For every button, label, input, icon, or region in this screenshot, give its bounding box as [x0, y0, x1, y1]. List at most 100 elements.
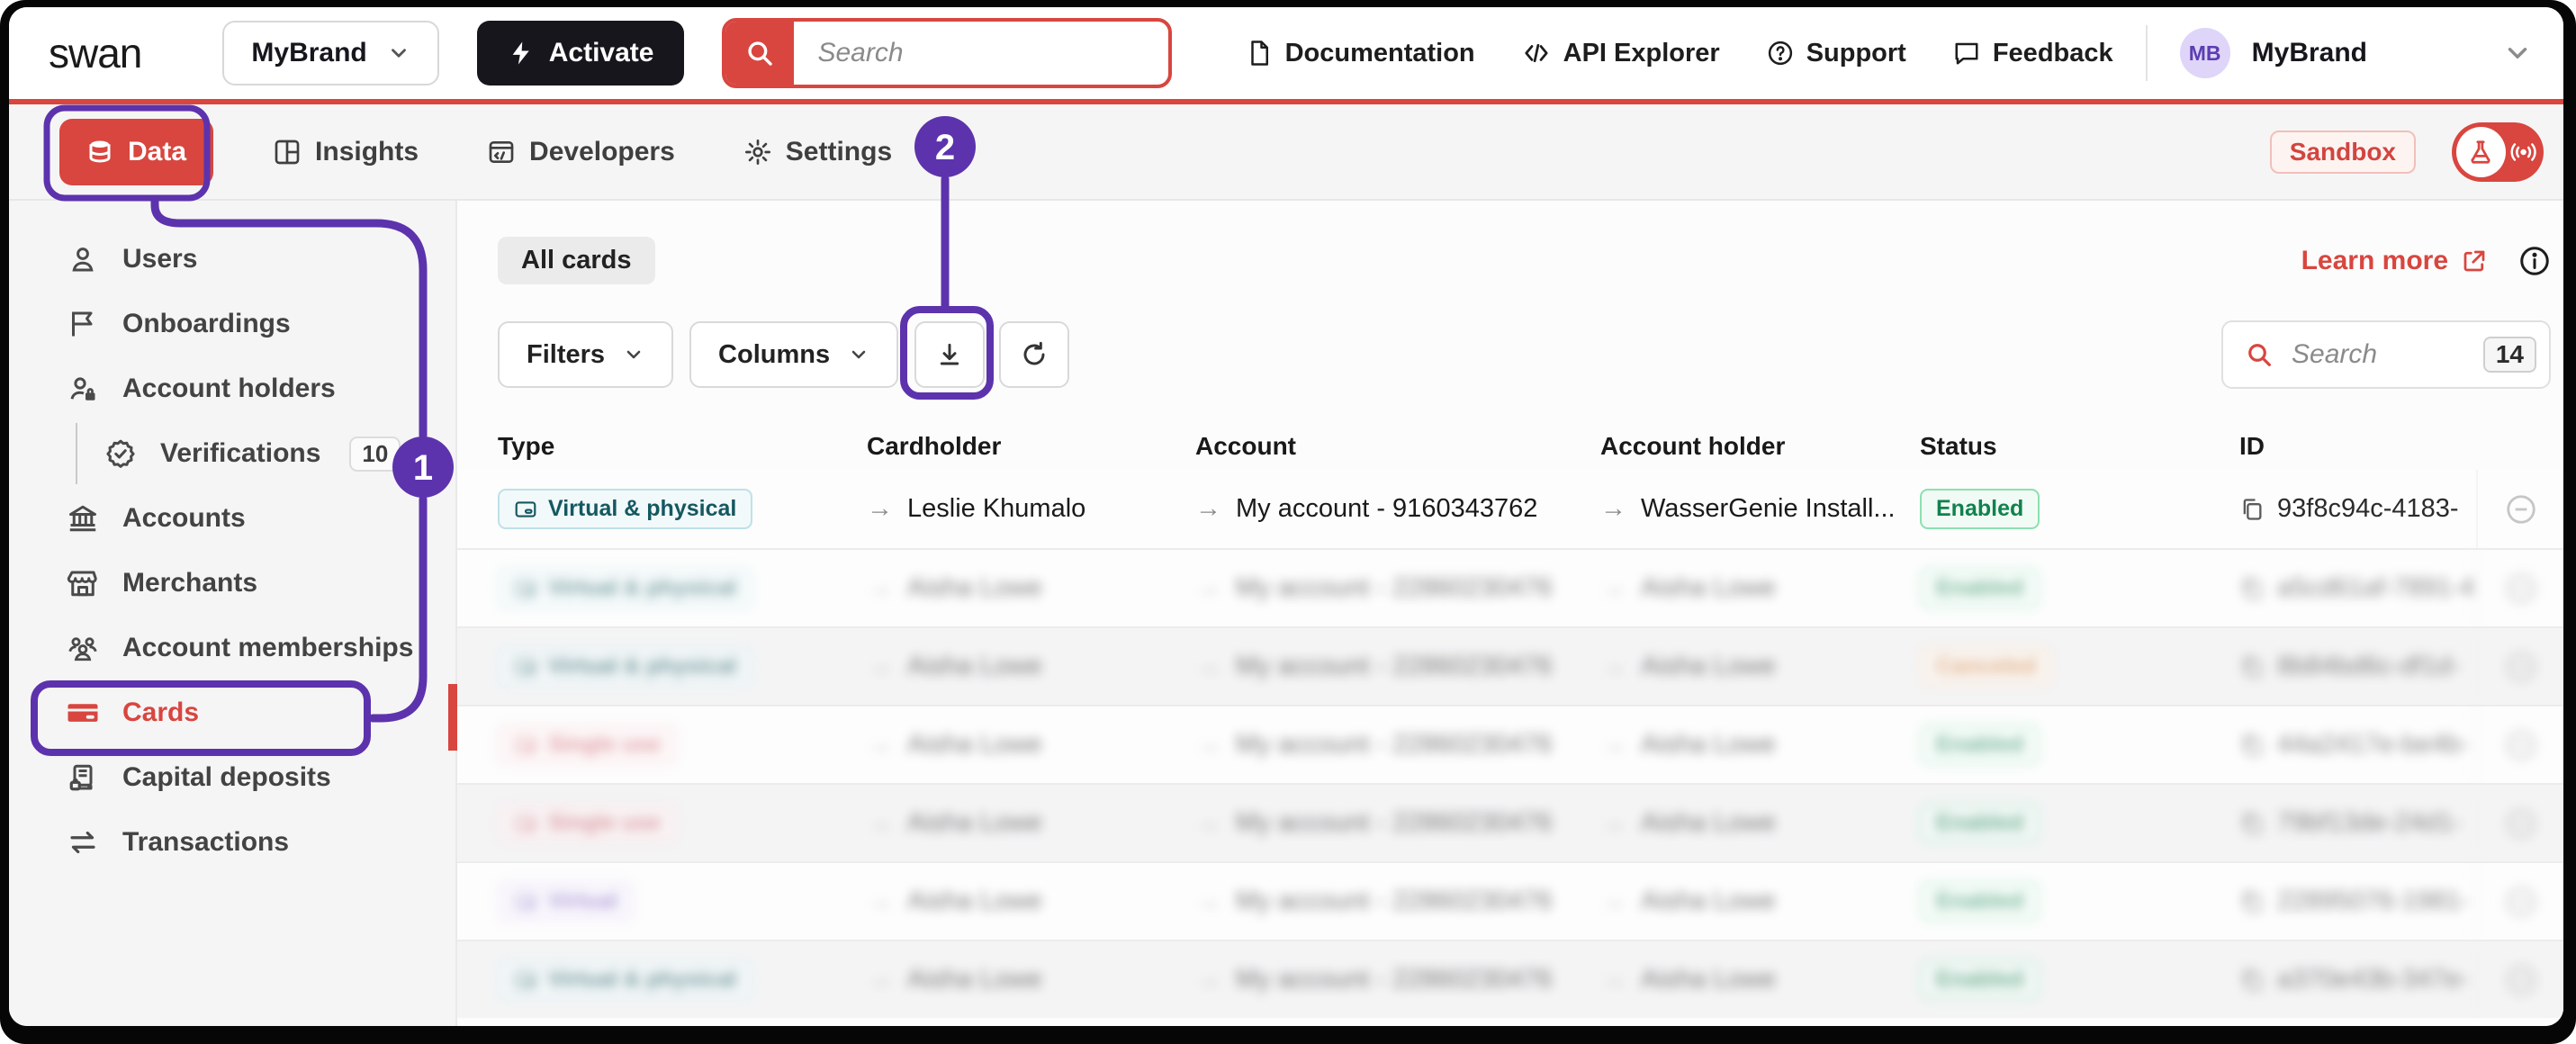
account-holder-link[interactable]: →Aisha Lowe	[1600, 808, 1776, 838]
info-icon[interactable]	[2518, 245, 2551, 277]
filters-button[interactable]: Filters	[498, 321, 673, 388]
project-selector[interactable]: MyBrand	[222, 21, 438, 86]
storefront-icon	[67, 567, 99, 599]
feedback-link[interactable]: Feedback	[1953, 39, 2113, 68]
sidebar-item-verifications[interactable]: Verifications 10	[9, 421, 455, 486]
table-row[interactable]: Virtual & physical →Aisha Lowe →My accou…	[457, 626, 2563, 705]
global-search[interactable]	[722, 18, 1172, 88]
row-action-remove[interactable]	[2476, 550, 2563, 626]
cardholder-link[interactable]: →Aisha Lowe	[867, 886, 1042, 916]
table-row[interactable]: Single use →Aisha Lowe →My account - 228…	[457, 783, 2563, 861]
copy-icon[interactable]	[2239, 497, 2265, 522]
sidebar-item-accounts[interactable]: Accounts	[9, 486, 455, 551]
row-action-remove[interactable]	[2476, 706, 2563, 783]
table-search-input[interactable]	[2274, 339, 2483, 370]
table-row[interactable]: Single use →Aisha Lowe →My account - 228…	[457, 705, 2563, 783]
card-type-badge: Virtual & physical	[498, 646, 752, 687]
status-badge: Enabled	[1920, 489, 2040, 529]
tab-data[interactable]: Data	[59, 119, 213, 185]
copy-icon[interactable]	[2239, 654, 2265, 680]
tab-developers[interactable]: Developers	[487, 137, 675, 167]
sidebar-item-cards[interactable]: Cards	[9, 680, 455, 745]
feedback-icon	[1953, 40, 1980, 67]
account-holder-link[interactable]: →Aisha Lowe	[1600, 730, 1776, 760]
account-link[interactable]: →My account - 22860230476	[1195, 730, 1552, 760]
main-nav: Data Insights Developers Settings Sandbo…	[9, 104, 2563, 201]
row-action-remove[interactable]	[2476, 785, 2563, 861]
global-search-input[interactable]	[794, 22, 1172, 85]
export-download-button[interactable]	[914, 321, 985, 388]
copy-icon[interactable]	[2239, 811, 2265, 836]
copy-icon[interactable]	[2239, 733, 2265, 758]
col-header-cardholder: Cardholder	[867, 432, 1195, 461]
minus-circle-icon	[2504, 572, 2538, 606]
status-badge: Enabled	[1920, 959, 2040, 1000]
tab-settings[interactable]: Settings	[743, 137, 892, 167]
sidebar-item-account-memberships[interactable]: Account memberships	[9, 616, 455, 680]
environment-toggle[interactable]	[2452, 122, 2544, 182]
dev-window-icon	[487, 138, 516, 166]
cardholder-link[interactable]: →Aisha Lowe	[867, 965, 1042, 994]
col-header-type: Type	[498, 432, 867, 461]
copy-icon[interactable]	[2239, 576, 2265, 601]
status-badge: Enabled	[1920, 803, 2040, 843]
columns-button[interactable]: Columns	[689, 321, 898, 388]
tab-all-cards[interactable]: All cards	[498, 237, 655, 284]
sidebar-item-users[interactable]: Users	[9, 227, 455, 292]
row-action-remove[interactable]	[2476, 470, 2563, 548]
cardholder-link[interactable]: →Aisha Lowe	[867, 808, 1042, 838]
table-row[interactable]: Virtual & physical →Aisha Lowe →My accou…	[457, 548, 2563, 626]
row-action-remove[interactable]	[2476, 941, 2563, 1018]
account-holder-link[interactable]: →Aisha Lowe	[1600, 573, 1776, 603]
cardholder-link[interactable]: →Leslie Khumalo	[867, 494, 1085, 524]
documentation-link[interactable]: Documentation	[1246, 39, 1475, 68]
sidebar-item-account-holders[interactable]: Account holders	[9, 356, 455, 421]
card-type-badge: Single use	[498, 803, 677, 843]
account-link[interactable]: →My account - 22860230476	[1195, 808, 1552, 838]
activate-button[interactable]: Activate	[477, 21, 685, 86]
support-link[interactable]: Support	[1767, 39, 1906, 68]
table-row[interactable]: Virtual →Aisha Lowe →My account - 228602…	[457, 861, 2563, 940]
cardholder-link[interactable]: →Aisha Lowe	[867, 573, 1042, 603]
top-links: Documentation API Explorer Support Feedb…	[1246, 39, 2113, 68]
copy-icon[interactable]	[2239, 968, 2265, 993]
account-holder-link[interactable]: →Aisha Lowe	[1600, 652, 1776, 681]
account-holder-link[interactable]: →Aisha Lowe	[1600, 886, 1776, 916]
row-action-remove[interactable]	[2476, 863, 2563, 940]
cardholder-link[interactable]: →Aisha Lowe	[867, 652, 1042, 681]
tab-settings-label: Settings	[786, 137, 892, 167]
account-holder-link[interactable]: →WasserGenie Install...	[1600, 494, 1896, 524]
cardholder-link[interactable]: →Aisha Lowe	[867, 730, 1042, 760]
refresh-button[interactable]	[999, 321, 1069, 388]
capital-deposit-icon	[67, 761, 99, 794]
api-explorer-link[interactable]: API Explorer	[1522, 39, 1720, 68]
sidebar-item-merchants[interactable]: Merchants	[9, 551, 455, 616]
sidebar-item-label: Accounts	[122, 503, 246, 534]
sidebar-item-transactions[interactable]: Transactions	[9, 810, 455, 875]
account-link[interactable]: →My account - 22860230476	[1195, 573, 1552, 603]
card-type-icon	[514, 498, 537, 521]
refresh-icon	[1020, 340, 1049, 369]
account-link[interactable]: →My account - 22860230476	[1195, 652, 1552, 681]
row-action-remove[interactable]	[2476, 628, 2563, 705]
account-menu[interactable]: MB MyBrand	[2180, 28, 2367, 78]
sidebar-item-onboardings[interactable]: Onboardings	[9, 292, 455, 356]
copy-icon[interactable]	[2239, 889, 2265, 914]
table-row[interactable]: Virtual & physical →Leslie Khumalo →My a…	[457, 470, 2563, 548]
search-icon	[2245, 340, 2274, 369]
sidebar-item-label: Merchants	[122, 568, 257, 598]
table-row[interactable]: Virtual & physical →Aisha Lowe →My accou…	[457, 940, 2563, 1018]
learn-more-link[interactable]: Learn more	[2301, 246, 2488, 276]
account-chevron-down-icon[interactable]	[2502, 38, 2533, 68]
sidebar-item-label: Cards	[122, 698, 199, 728]
tab-insights[interactable]: Insights	[273, 137, 419, 167]
sidebar-item-capital-deposits[interactable]: Capital deposits	[9, 745, 455, 810]
table-header-row: Type Cardholder Account Account holder S…	[457, 423, 2563, 470]
table-search[interactable]: 14	[2221, 320, 2551, 389]
search-icon-segment	[725, 22, 794, 85]
account-link[interactable]: →My account - 9160343762	[1195, 494, 1537, 524]
account-holder-link[interactable]: →Aisha Lowe	[1600, 965, 1776, 994]
sidebar-item-label: Account holders	[122, 374, 336, 404]
account-link[interactable]: →My account - 22860230476	[1195, 886, 1552, 916]
account-link[interactable]: →My account - 22860230476	[1195, 965, 1552, 994]
